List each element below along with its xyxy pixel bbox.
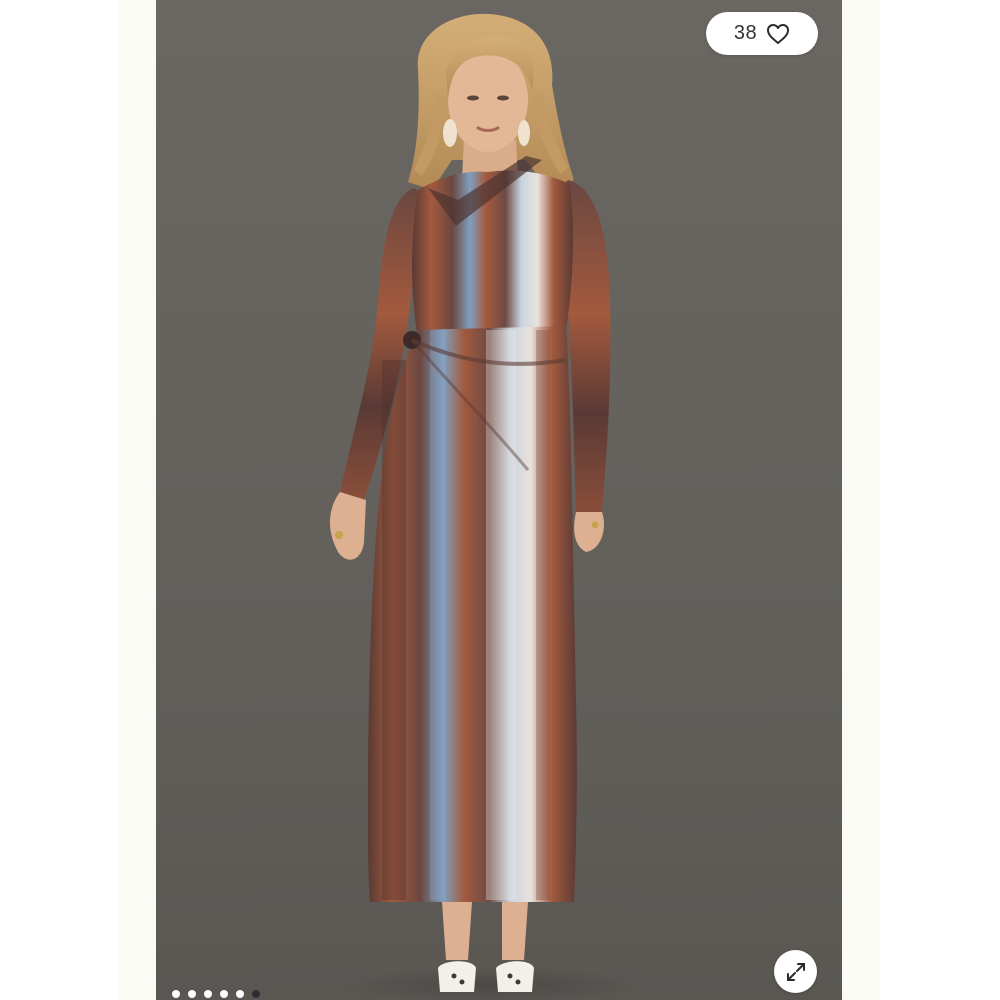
like-count: 38 <box>733 22 758 44</box>
heart-icon <box>766 23 790 45</box>
model-wearing-dress-image <box>329 13 641 1000</box>
right-page-margin <box>842 0 880 1000</box>
carousel-dot-2[interactable] <box>188 990 196 998</box>
carousel-pagination <box>172 990 260 998</box>
carousel-dot-1[interactable] <box>172 990 180 998</box>
carousel-dot-6-active[interactable] <box>252 990 260 998</box>
expand-image-button[interactable] <box>774 950 817 993</box>
product-photo[interactable]: 38 <box>156 0 842 1000</box>
expand-arrows-icon <box>785 961 807 983</box>
carousel-dot-5[interactable] <box>236 990 244 998</box>
left-page-margin <box>118 0 156 1000</box>
carousel-dot-3[interactable] <box>204 990 212 998</box>
like-button[interactable]: 38 <box>706 12 818 55</box>
carousel-dot-4[interactable] <box>220 990 228 998</box>
product-gallery-page: 38 <box>0 0 1000 1000</box>
